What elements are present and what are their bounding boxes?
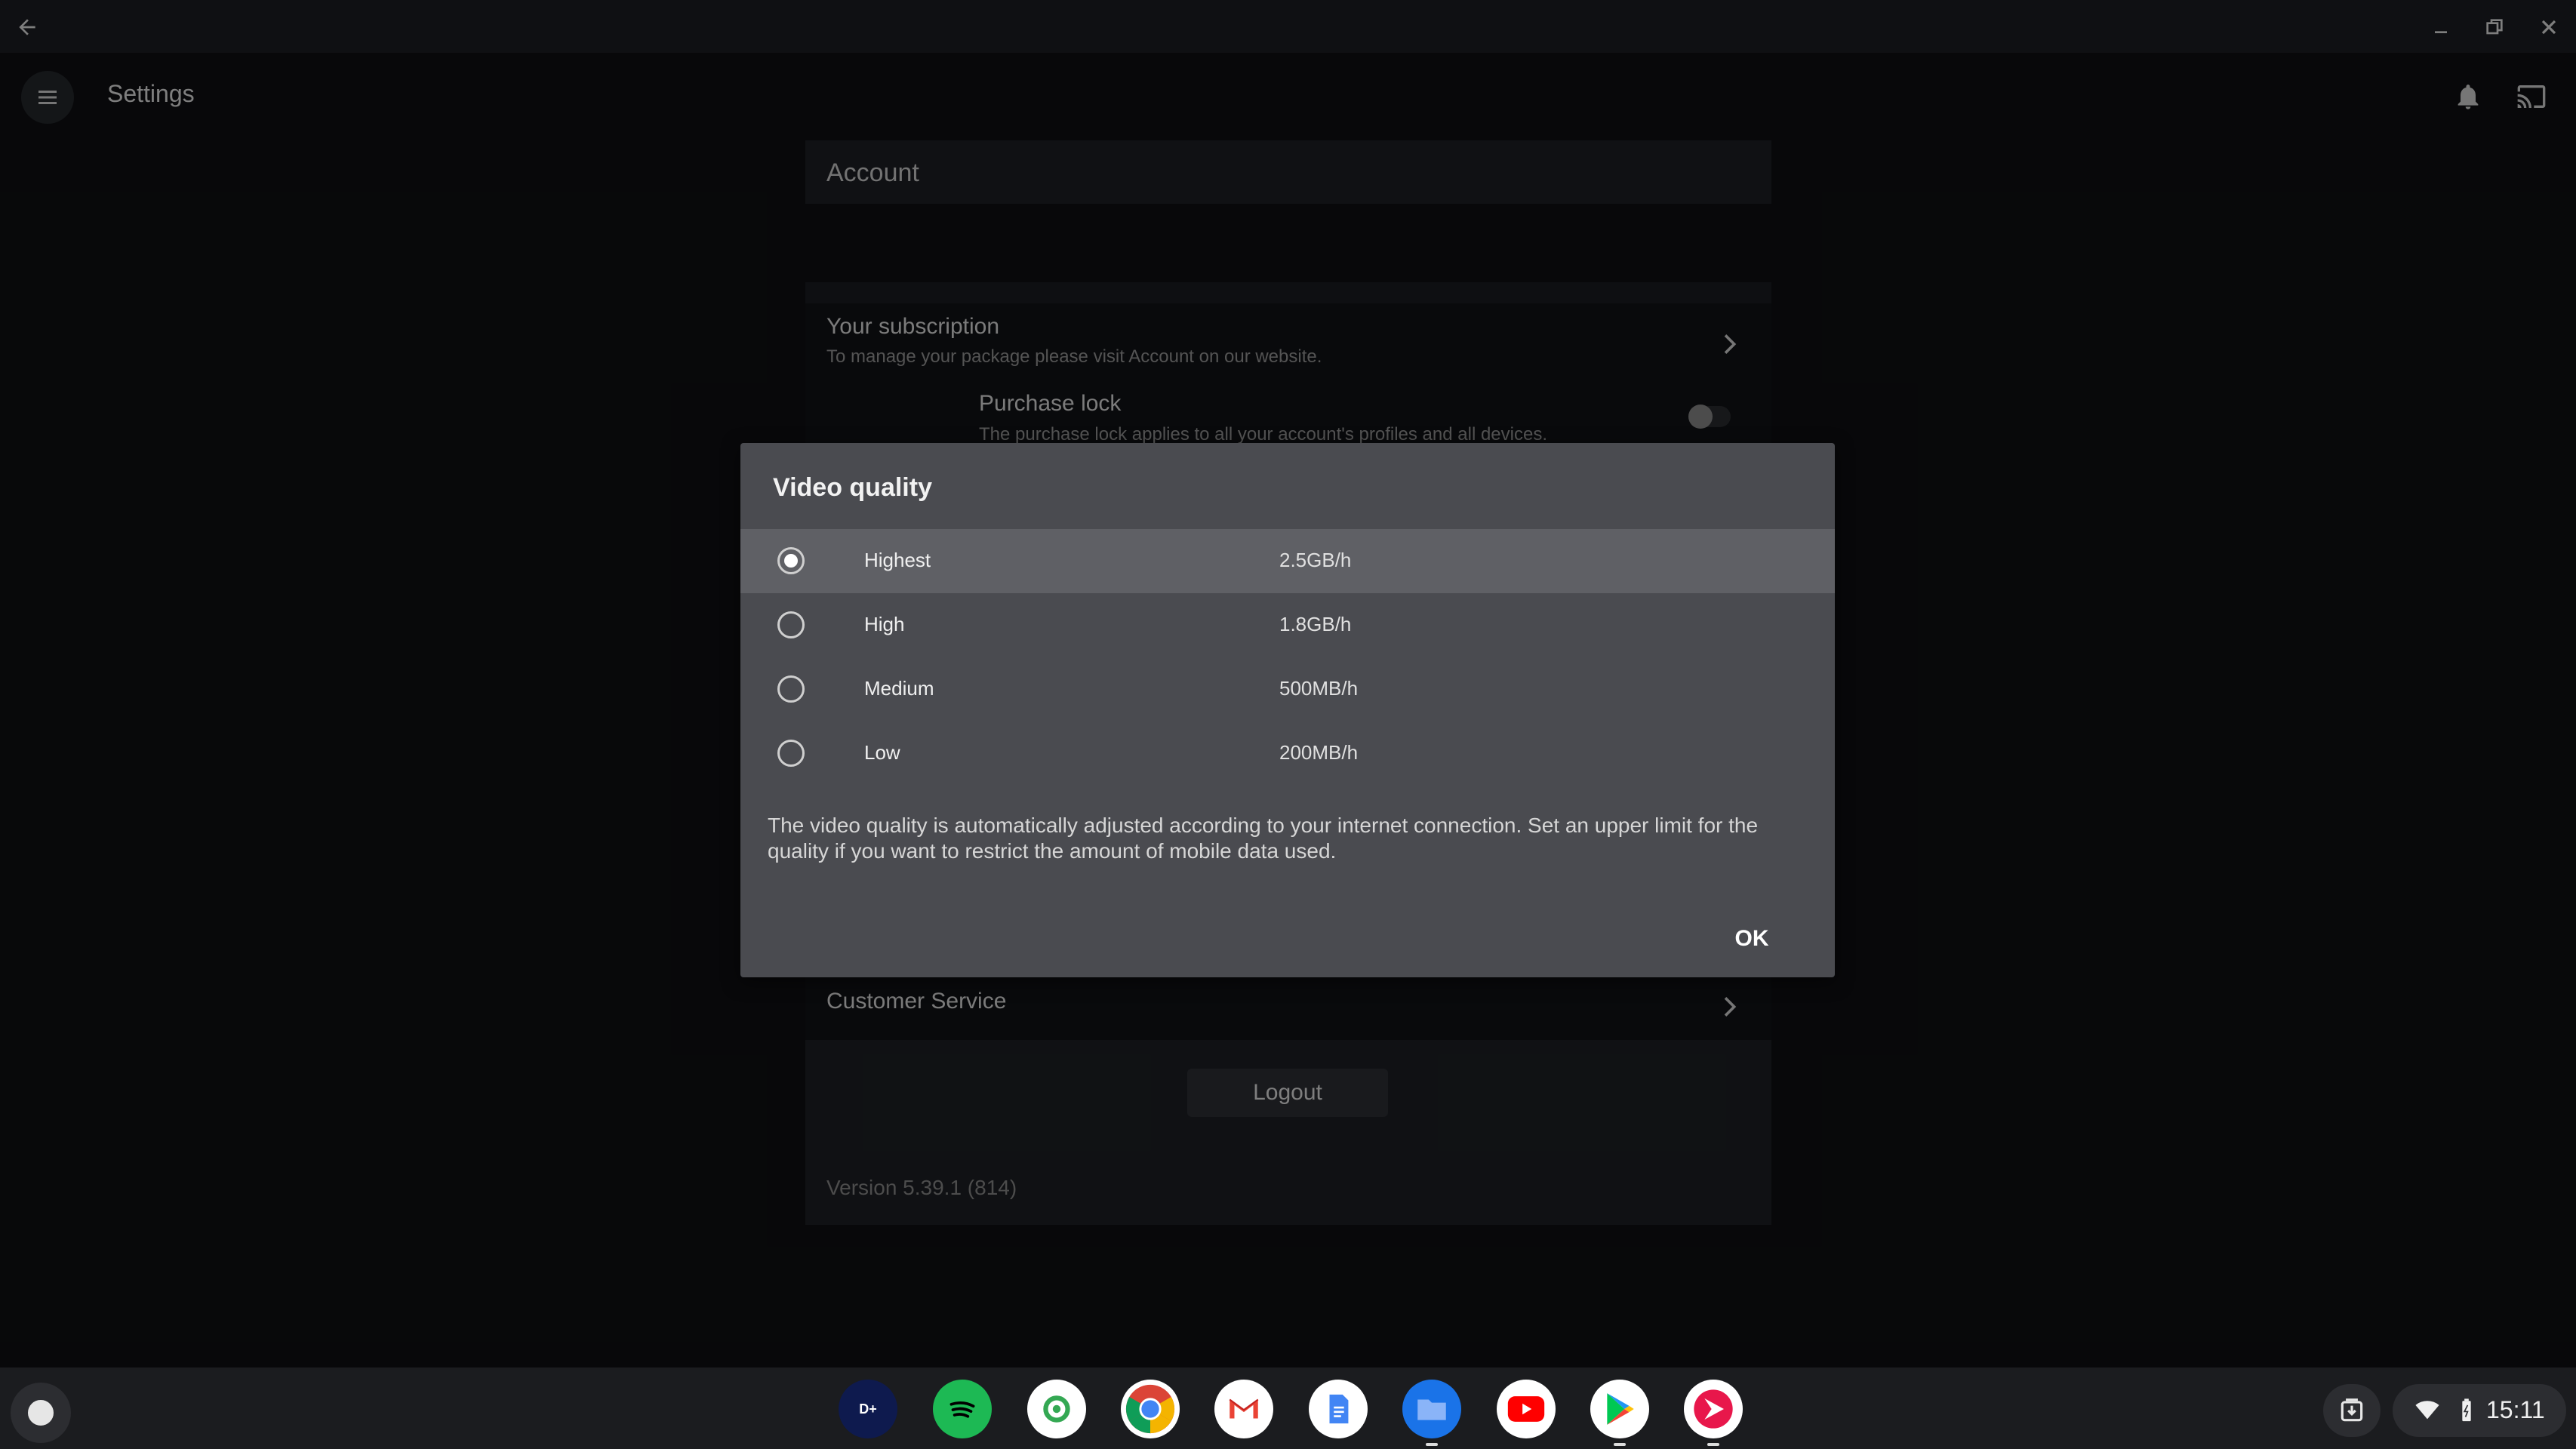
option-label: Medium — [864, 677, 934, 700]
option-data-rate: 500MB/h — [1279, 677, 1359, 700]
youtube-icon[interactable] — [1497, 1380, 1556, 1438]
holding-space-button[interactable] — [2323, 1384, 2381, 1437]
running-indicator — [1707, 1443, 1719, 1446]
holding-space-icon — [2341, 1398, 2363, 1422]
option-data-rate: 200MB/h — [1279, 741, 1359, 764]
clock: 15:11 — [2486, 1396, 2545, 1423]
video-quality-dialog: Video quality Highest 2.5GB/h High 1.8GB… — [740, 443, 1835, 977]
dialog-title: Video quality — [773, 473, 932, 502]
wifi-icon — [2415, 1401, 2439, 1420]
launcher-icon — [28, 1400, 54, 1426]
option-data-rate: 1.8GB/h — [1279, 613, 1352, 635]
quality-option-low[interactable]: Low 200MB/h — [740, 721, 1835, 786]
spotify-icon[interactable] — [933, 1380, 992, 1438]
radio-selected-dot — [784, 554, 798, 568]
radio-button[interactable] — [777, 547, 805, 574]
screen: Settings Account Your subscription To ma… — [0, 0, 2576, 1449]
dialog-description: The video quality is automatically adjus… — [768, 814, 1759, 863]
option-label: High — [864, 613, 905, 635]
play-store-icon[interactable] — [1590, 1380, 1649, 1438]
radio-button[interactable] — [777, 740, 805, 767]
chrome-icon[interactable] — [1121, 1380, 1180, 1438]
disney-plus-icon[interactable]: D+ — [839, 1380, 897, 1438]
quality-option-highest[interactable]: Highest 2.5GB/h — [740, 529, 1835, 593]
running-indicator — [1614, 1443, 1626, 1446]
option-label: Highest — [864, 549, 931, 571]
running-indicator — [1426, 1443, 1438, 1446]
option-label: Low — [864, 741, 900, 764]
files-icon[interactable] — [1402, 1380, 1461, 1438]
radio-button[interactable] — [777, 675, 805, 703]
radio-button[interactable] — [777, 611, 805, 638]
ok-button[interactable]: OK — [1714, 920, 1790, 958]
gmail-icon[interactable] — [1214, 1380, 1273, 1438]
launcher-button[interactable] — [11, 1383, 71, 1443]
battery-icon — [2462, 1398, 2471, 1422]
viaplay-icon[interactable] — [1684, 1380, 1743, 1438]
taskbar-shelf: D+ 15:11 — [0, 1367, 2576, 1449]
find-my-device-icon[interactable] — [1027, 1380, 1086, 1438]
option-data-rate: 2.5GB/h — [1279, 549, 1352, 571]
status-tray[interactable]: 15:11 — [2393, 1384, 2566, 1437]
quality-option-high[interactable]: High 1.8GB/h — [740, 593, 1835, 657]
docs-icon[interactable] — [1309, 1380, 1368, 1438]
quality-option-medium[interactable]: Medium 500MB/h — [740, 657, 1835, 721]
